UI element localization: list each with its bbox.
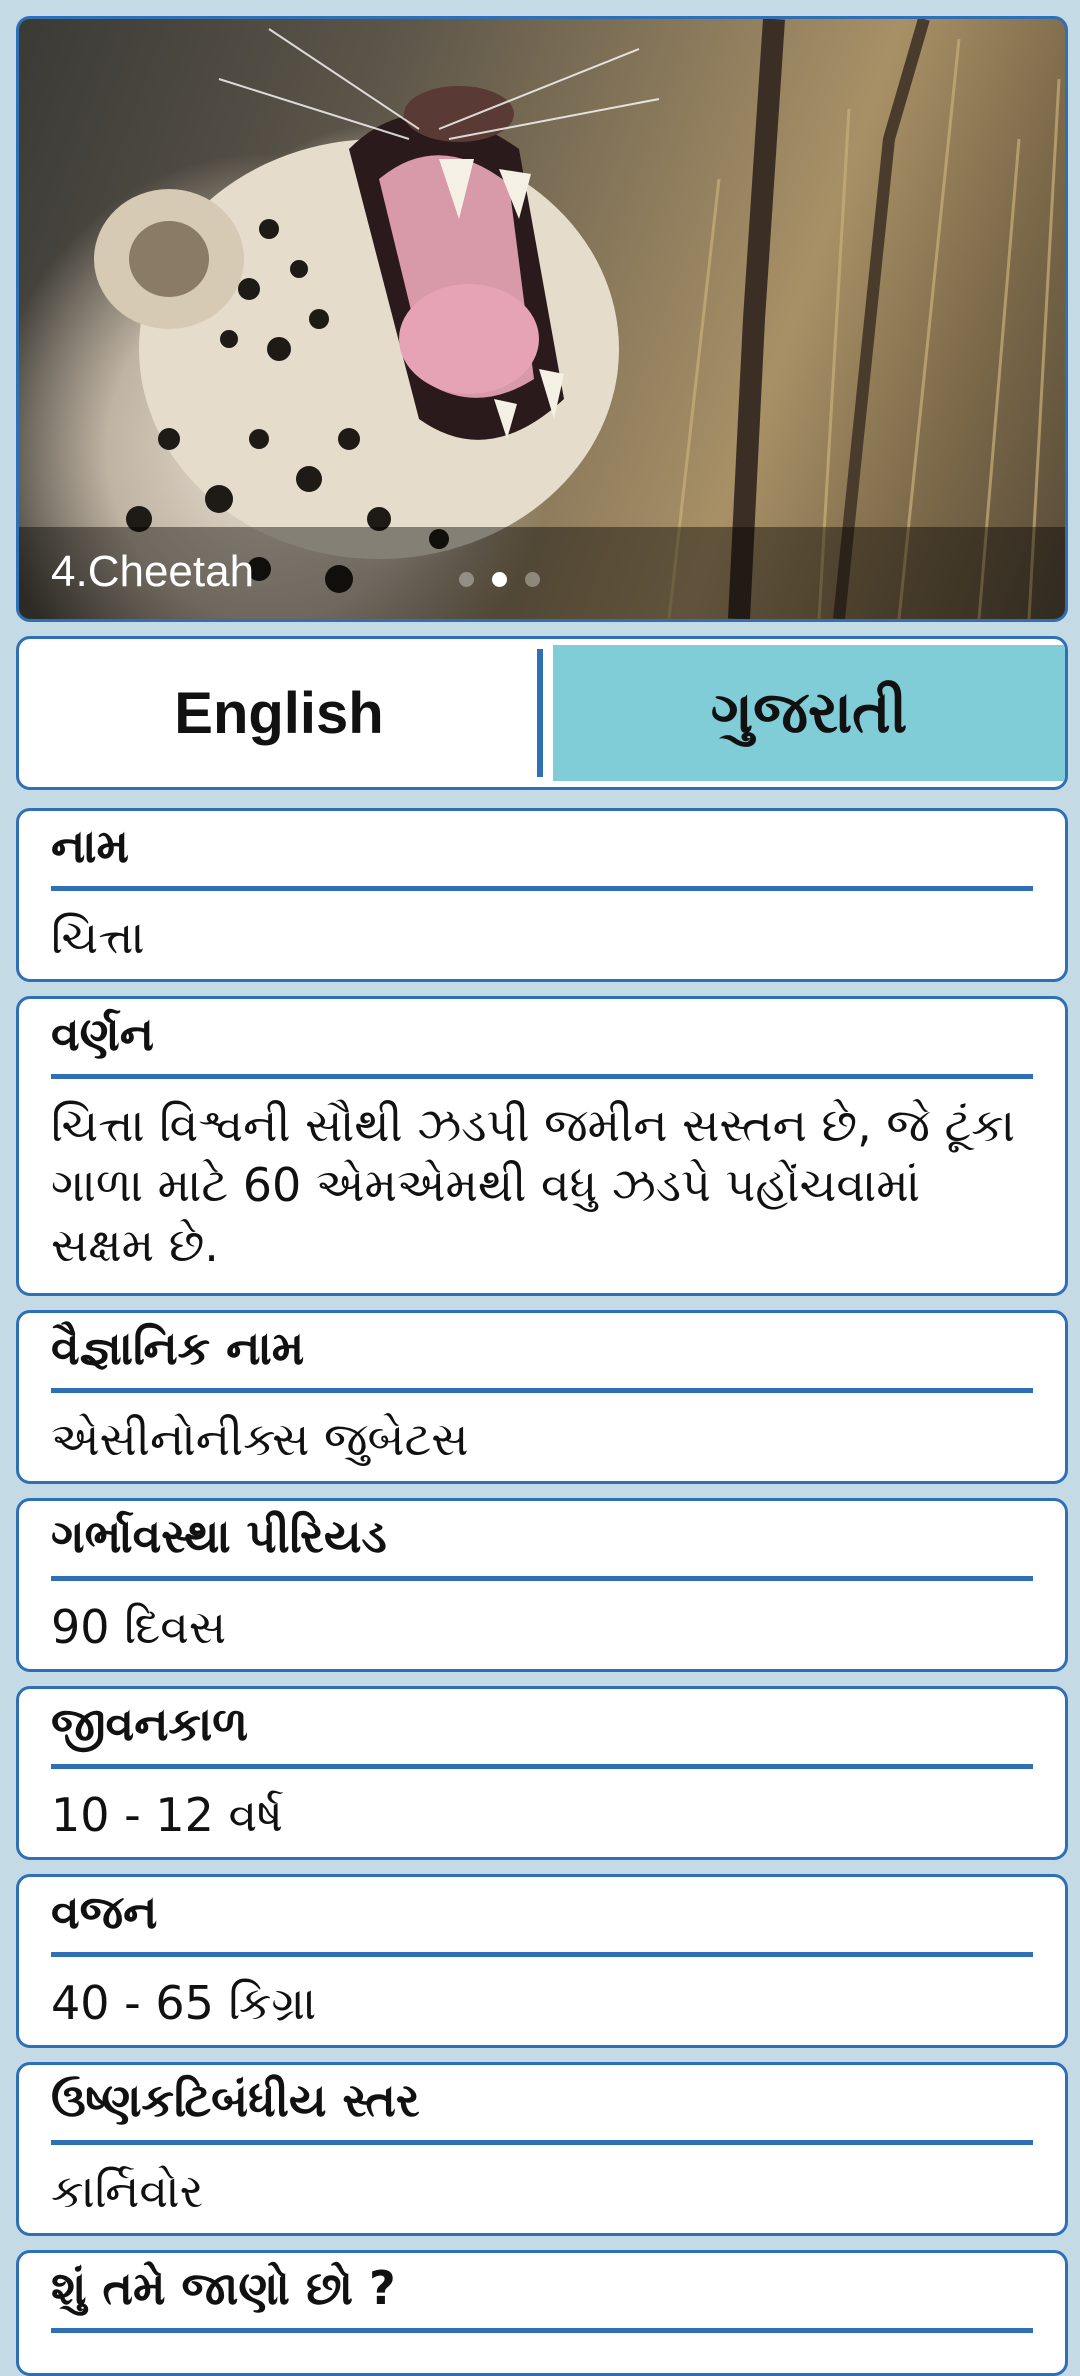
carousel-indicator [459, 572, 540, 587]
card-value: 90 દિવસ [51, 1600, 227, 1654]
tab-divider [537, 649, 543, 777]
divider [51, 886, 1033, 891]
card-label: વૈજ્ઞાનિક નામ [51, 1321, 305, 1375]
card-label: ગર્ભાવસ્થા પીરિયડ [51, 1509, 387, 1563]
card-value: એસીનોનીક્સ જુબેટસ [51, 1412, 469, 1466]
animal-image-carousel[interactable]: 4.Cheetah [16, 16, 1068, 622]
divider [51, 1388, 1033, 1393]
card-label: જીવનકાળ [51, 1697, 249, 1751]
info-card-lifespan: જીવનકાળ 10 - 12 વર્ષ [16, 1686, 1068, 1860]
divider [51, 1074, 1033, 1079]
divider [51, 1576, 1033, 1581]
card-label: વજન [51, 1885, 158, 1939]
card-value: 10 - 12 વર્ષ [51, 1788, 283, 1842]
carousel-dot-active[interactable] [492, 572, 507, 587]
tab-english[interactable]: English [19, 639, 539, 787]
divider [51, 2328, 1033, 2333]
tab-gujarati[interactable]: ગુજરાતી [553, 645, 1065, 781]
card-value: કાર્નિવોર [51, 2164, 204, 2218]
language-toggle: English ગુજરાતી [16, 636, 1068, 790]
info-card-trophic-level: ઉષ્ણકટિબંધીય સ્તર કાર્નિવોર [16, 2062, 1068, 2236]
card-value: ચિત્તા [51, 910, 145, 964]
info-card-weight: વજન 40 - 65 કિગ્રા [16, 1874, 1068, 2048]
info-card-gestation: ગર્ભાવસ્થા પીરિયડ 90 દિવસ [16, 1498, 1068, 1672]
divider [51, 1952, 1033, 1957]
divider [51, 1764, 1033, 1769]
animal-title: 4.Cheetah [51, 547, 255, 596]
carousel-dot[interactable] [525, 572, 540, 587]
info-card-name: નામ ચિત્તા [16, 808, 1068, 982]
card-label: વર્ણન [51, 1007, 155, 1061]
card-label: શું તમે જાણો છો ? [51, 2261, 396, 2315]
info-card-description: વર્ણન ચિત્તા વિશ્વની સૌથી ઝડપી જમીન સસ્ત… [16, 996, 1068, 1296]
info-card-scientific-name: વૈજ્ઞાનિક નામ એસીનોનીક્સ જુબેટસ [16, 1310, 1068, 1484]
card-value: ચિત્તા વિશ્વની સૌથી ઝડપી જમીન સસ્તન છે, … [51, 1098, 1016, 1272]
card-value: 40 - 65 કિગ્રા [51, 1976, 317, 2030]
divider [51, 2140, 1033, 2145]
info-card-did-you-know: શું તમે જાણો છો ? [16, 2250, 1068, 2376]
card-label: ઉષ્ણકટિબંધીય સ્તર [51, 2073, 420, 2127]
carousel-dot[interactable] [459, 572, 474, 587]
card-label: નામ [51, 819, 130, 873]
